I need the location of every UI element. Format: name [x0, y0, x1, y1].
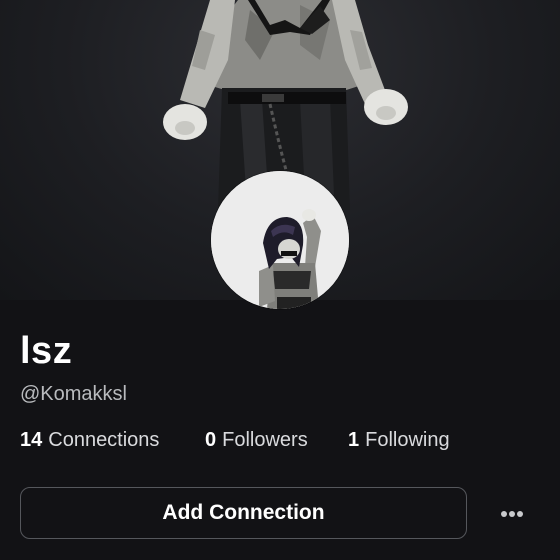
- connections-count: 14: [20, 429, 43, 451]
- followers-label: Followers: [222, 429, 308, 451]
- profile-stats: 14 Connections 0 Followers 1 Following: [20, 426, 450, 454]
- more-horizontal-icon: [501, 511, 523, 517]
- profile-page: lsz @Komakksl 14 Connections 0 Followers…: [0, 0, 560, 560]
- avatar[interactable]: [211, 171, 349, 309]
- connections-stat[interactable]: 14 Connections: [20, 426, 205, 454]
- following-count: 1: [348, 429, 360, 451]
- followers-count: 0: [205, 429, 217, 451]
- following-stat[interactable]: 1 Following: [348, 426, 450, 454]
- display-name: lsz: [20, 330, 73, 372]
- connections-label: Connections: [48, 429, 160, 451]
- add-connection-button[interactable]: Add Connection: [20, 487, 467, 539]
- followers-stat[interactable]: 0 Followers: [205, 426, 348, 454]
- username: @Komakksl: [20, 383, 127, 405]
- following-label: Following: [365, 429, 450, 451]
- more-options-button[interactable]: [492, 494, 532, 534]
- avatar-headshot: [211, 171, 349, 309]
